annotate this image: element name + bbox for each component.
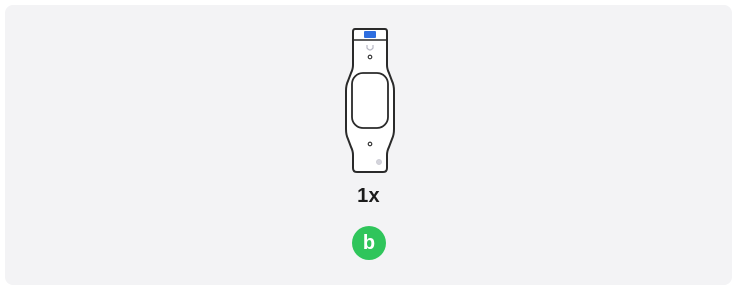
quantity-label: 1x [357,185,380,207]
wall-mount-bracket-icon [345,28,395,173]
item-letter-badge: b [352,226,386,260]
led-icon [364,31,376,38]
